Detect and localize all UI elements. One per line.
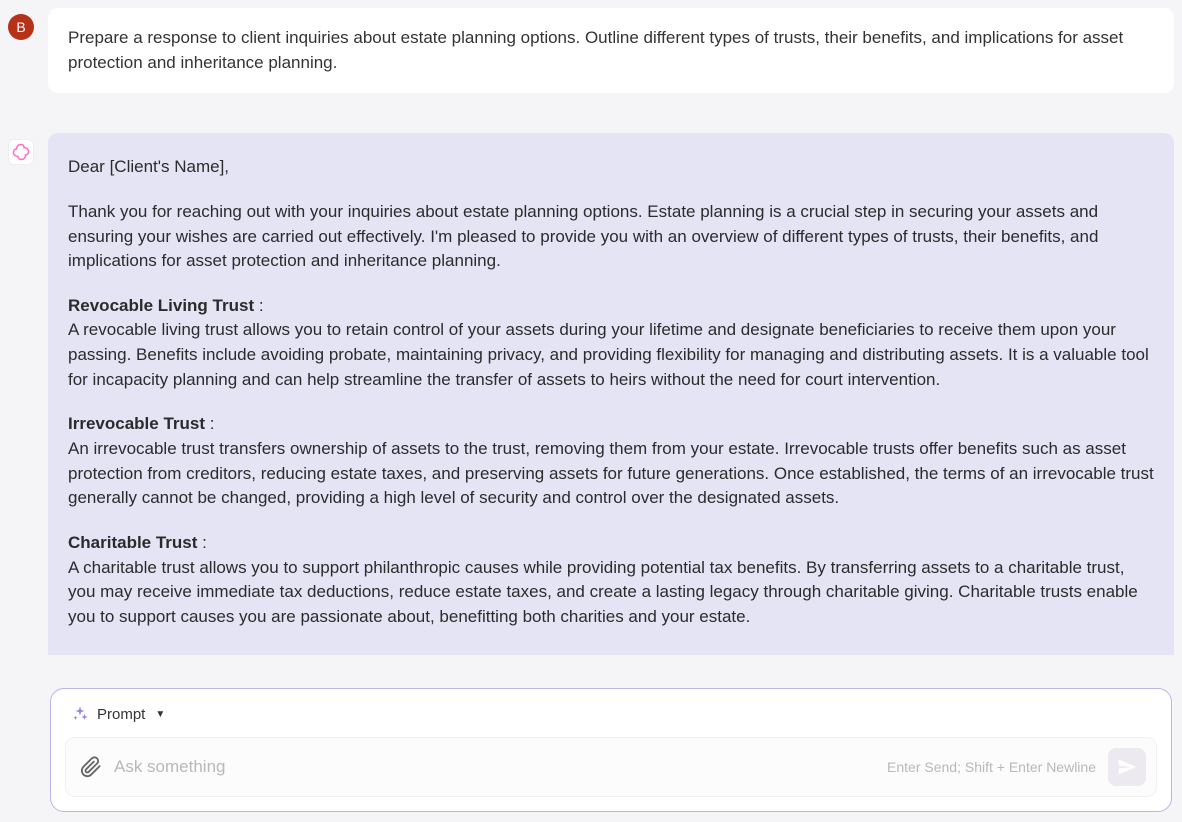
trust-title-0: Revocable Living Trust <box>68 296 254 315</box>
trust-title-2: Charitable Trust <box>68 533 197 552</box>
assistant-message-row: Dear [Client's Name], Thank you for reac… <box>8 133 1174 655</box>
assistant-logo-icon <box>12 143 30 161</box>
chat-container: B Prepare a response to client inquiries… <box>0 0 1182 655</box>
user-message-row: B Prepare a response to client inquiries… <box>8 8 1174 93</box>
attachment-icon[interactable] <box>80 756 102 778</box>
assistant-message-bubble: Dear [Client's Name], Thank you for reac… <box>48 133 1174 655</box>
trust-body-2: A charitable trust allows you to support… <box>68 558 1138 626</box>
message-input[interactable] <box>114 757 875 777</box>
user-message-bubble: Prepare a response to client inquiries a… <box>48 8 1174 93</box>
send-icon <box>1117 757 1137 777</box>
assistant-intro: Thank you for reaching out with your inq… <box>68 200 1154 274</box>
compose-area: Prompt ▼ Enter Send; Shift + Enter Newli… <box>50 688 1172 812</box>
user-message-text: Prepare a response to client inquiries a… <box>68 28 1123 72</box>
trust-body-1: An irrevocable trust transfers ownership… <box>68 439 1154 507</box>
input-row: Enter Send; Shift + Enter Newline <box>65 737 1157 797</box>
user-avatar-letter: B <box>16 19 25 35</box>
assistant-greeting: Dear [Client's Name], <box>68 155 1154 180</box>
assistant-avatar <box>8 139 34 165</box>
prompt-selector[interactable]: Prompt ▼ <box>65 703 1157 737</box>
user-avatar: B <box>8 14 34 40</box>
trust-title-1: Irrevocable Trust <box>68 414 205 433</box>
trust-section-3: Special Needs Trust : <box>68 650 1154 655</box>
prompt-label: Prompt <box>97 706 145 723</box>
input-hint: Enter Send; Shift + Enter Newline <box>887 759 1096 775</box>
trust-body-0: A revocable living trust allows you to r… <box>68 320 1149 388</box>
sparkle-icon <box>71 705 89 723</box>
trust-section-2: Charitable Trust : A charitable trust al… <box>68 531 1154 630</box>
trust-section-1: Irrevocable Trust : An irrevocable trust… <box>68 412 1154 511</box>
trust-title-3: Special Needs Trust <box>68 652 230 655</box>
trust-section-0: Revocable Living Trust : A revocable liv… <box>68 294 1154 393</box>
chevron-down-icon: ▼ <box>155 709 165 720</box>
send-button[interactable] <box>1108 748 1146 786</box>
